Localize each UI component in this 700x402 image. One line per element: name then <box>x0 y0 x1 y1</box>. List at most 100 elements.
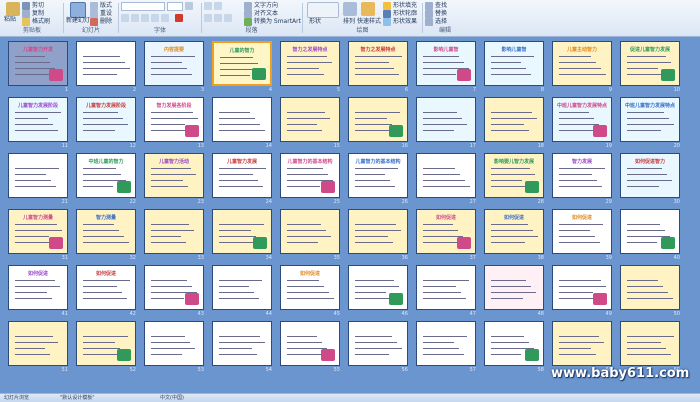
text-direction-button[interactable]: 文字方向 <box>244 2 278 10</box>
slide-thumbnail[interactable]: 儿童智力开发 <box>8 41 68 86</box>
font-color-button[interactable] <box>175 14 183 22</box>
slide-thumbnail[interactable]: 智力发展各阶段 <box>144 97 204 142</box>
slide-thumbnail[interactable]: 如何促进智力 <box>620 153 680 198</box>
smartart-button[interactable]: 转换为 SmartArt <box>244 18 301 26</box>
slide-thumbnail[interactable]: 中班儿童智力发展特点 <box>620 97 680 142</box>
slide-thumbnail[interactable] <box>348 209 408 254</box>
slide-sorter[interactable]: 儿童智力开发 1 2 内容提要 3 儿童的智力 4 智力之发展特点 5 智力之发展特点 6 影响儿童智… <box>0 37 700 393</box>
slide-thumbnail[interactable]: 智力测量 <box>76 209 136 254</box>
slide-thumbnail[interactable] <box>280 321 340 366</box>
numbering-button[interactable] <box>214 2 222 10</box>
slide-text-line <box>219 292 254 293</box>
bold-button[interactable] <box>121 14 129 22</box>
replace-button[interactable]: 替换 <box>425 10 447 18</box>
slide-thumbnail[interactable] <box>76 41 136 86</box>
slide-thumbnail[interactable] <box>416 321 476 366</box>
align-left-button[interactable] <box>204 14 212 22</box>
shape-outline-button[interactable]: 形状轮廓 <box>383 10 417 18</box>
slide-thumbnail[interactable]: 如何促进 <box>76 265 136 310</box>
slide-thumbnail[interactable]: 如何促进 <box>416 209 476 254</box>
slide-thumbnail[interactable] <box>144 209 204 254</box>
slide-thumbnail[interactable] <box>348 97 408 142</box>
slide-thumbnail[interactable]: 影响儿童智 <box>416 41 476 86</box>
grow-font-button[interactable] <box>185 2 193 10</box>
slide-thumbnail[interactable] <box>212 265 272 310</box>
slide-thumbnail[interactable]: 如何促进 <box>552 209 612 254</box>
slide-thumbnail[interactable] <box>416 153 476 198</box>
arrange-icon[interactable] <box>343 2 357 16</box>
slide-thumbnail[interactable]: 如何促进 <box>280 265 340 310</box>
shape-effects-button[interactable]: 形状效果 <box>383 18 417 26</box>
slide-thumbnail[interactable] <box>8 321 68 366</box>
strikethrough-button[interactable] <box>151 14 159 22</box>
underline-button[interactable] <box>141 14 149 22</box>
slide-thumbnail[interactable]: 内容提要 <box>144 41 204 86</box>
slide-thumbnail[interactable] <box>212 209 272 254</box>
align-right-button[interactable] <box>224 14 232 22</box>
reset-button[interactable]: 重设 <box>90 10 112 18</box>
slide-thumbnail[interactable]: 如何促进 <box>484 209 544 254</box>
delete-button[interactable]: 删除 <box>90 18 112 26</box>
arrange-button[interactable]: 排列 <box>343 18 355 26</box>
cut-button[interactable]: 剪切 <box>22 2 44 10</box>
slide-thumbnail[interactable] <box>144 265 204 310</box>
slide-thumbnail[interactable]: 促进儿童智力发展 <box>620 41 680 86</box>
slide-thumbnail[interactable]: 影响儿童智 <box>484 41 544 86</box>
paste-icon[interactable] <box>6 2 20 16</box>
slide-thumbnail[interactable] <box>416 265 476 310</box>
select-button[interactable]: 选择 <box>425 18 447 26</box>
bullets-button[interactable] <box>204 2 212 10</box>
slide-thumbnail[interactable] <box>484 97 544 142</box>
shape-fill-button[interactable]: 形状填充 <box>383 2 417 10</box>
slide-thumbnail[interactable]: 智力发展 <box>552 153 612 198</box>
copy-button[interactable]: 复制 <box>22 10 44 18</box>
slide-thumbnail[interactable] <box>484 265 544 310</box>
slide-thumbnail[interactable]: 儿童智力发展阶段 <box>76 97 136 142</box>
slide-thumbnail[interactable]: 儿童的智力 <box>212 41 272 86</box>
quick-styles-icon[interactable] <box>361 2 375 16</box>
shadow-button[interactable] <box>161 14 169 22</box>
slide-thumbnail[interactable]: 中班儿童智力发展特点 <box>552 97 612 142</box>
slide-thumbnail[interactable] <box>552 321 612 366</box>
slide-thumbnail[interactable] <box>348 321 408 366</box>
italic-button[interactable] <box>131 14 139 22</box>
slide-thumbnail[interactable] <box>280 97 340 142</box>
slide-thumbnail[interactable] <box>8 153 68 198</box>
slide-thumbnail[interactable] <box>620 209 680 254</box>
slide-thumbnail[interactable] <box>484 321 544 366</box>
shapes-gallery[interactable] <box>307 2 339 18</box>
slide-thumbnail[interactable] <box>212 97 272 142</box>
slide-thumbnail[interactable]: 儿童智力活动 <box>144 153 204 198</box>
quick-styles-button[interactable]: 快速样式 <box>357 18 381 26</box>
slide-thumbnail[interactable] <box>212 321 272 366</box>
slide-thumbnail[interactable] <box>348 265 408 310</box>
layout-button[interactable]: 版式 <box>90 2 112 10</box>
slide-thumbnail[interactable]: 儿童智力的基本结构 <box>280 153 340 198</box>
shapes-button[interactable]: 形状 <box>309 18 321 26</box>
paste-button[interactable]: 粘贴 <box>4 16 16 24</box>
font-name-dropdown[interactable] <box>121 2 165 11</box>
slide-thumbnail[interactable]: 智力之发展特点 <box>348 41 408 86</box>
slide-thumbnail[interactable] <box>76 321 136 366</box>
slide-thumbnail[interactable]: 儿童智力发展 <box>212 153 272 198</box>
slide-thumbnail[interactable]: 中班儿童的智力 <box>76 153 136 198</box>
slide-thumbnail[interactable]: 影响婴儿智力发展 <box>484 153 544 198</box>
slide-thumbnail[interactable] <box>552 265 612 310</box>
find-button[interactable]: 查找 <box>425 2 447 10</box>
slide-thumbnail[interactable] <box>416 97 476 142</box>
align-center-button[interactable] <box>214 14 222 22</box>
slide-thumbnail[interactable]: 儿童智力的基本结构 <box>348 153 408 198</box>
slide-thumbnail[interactable]: 如何促进 <box>8 265 68 310</box>
slide-thumbnail[interactable]: 智力之发展特点 <box>280 41 340 86</box>
slide-thumbnail[interactable]: 儿童智力发展阶段 <box>8 97 68 142</box>
slide-thumbnail[interactable] <box>144 321 204 366</box>
slide-thumbnail[interactable]: 儿童主动智力 <box>552 41 612 86</box>
slide-thumbnail[interactable]: 儿童智力测量 <box>8 209 68 254</box>
align-text-button[interactable]: 对齐文本 <box>244 10 278 18</box>
slide-thumbnail[interactable] <box>620 321 680 366</box>
new-slide-icon[interactable] <box>70 2 86 18</box>
format-painter-button[interactable]: 格式刷 <box>22 18 50 26</box>
font-size-dropdown[interactable] <box>167 2 183 11</box>
slide-thumbnail[interactable] <box>620 265 680 310</box>
slide-thumbnail[interactable] <box>280 209 340 254</box>
